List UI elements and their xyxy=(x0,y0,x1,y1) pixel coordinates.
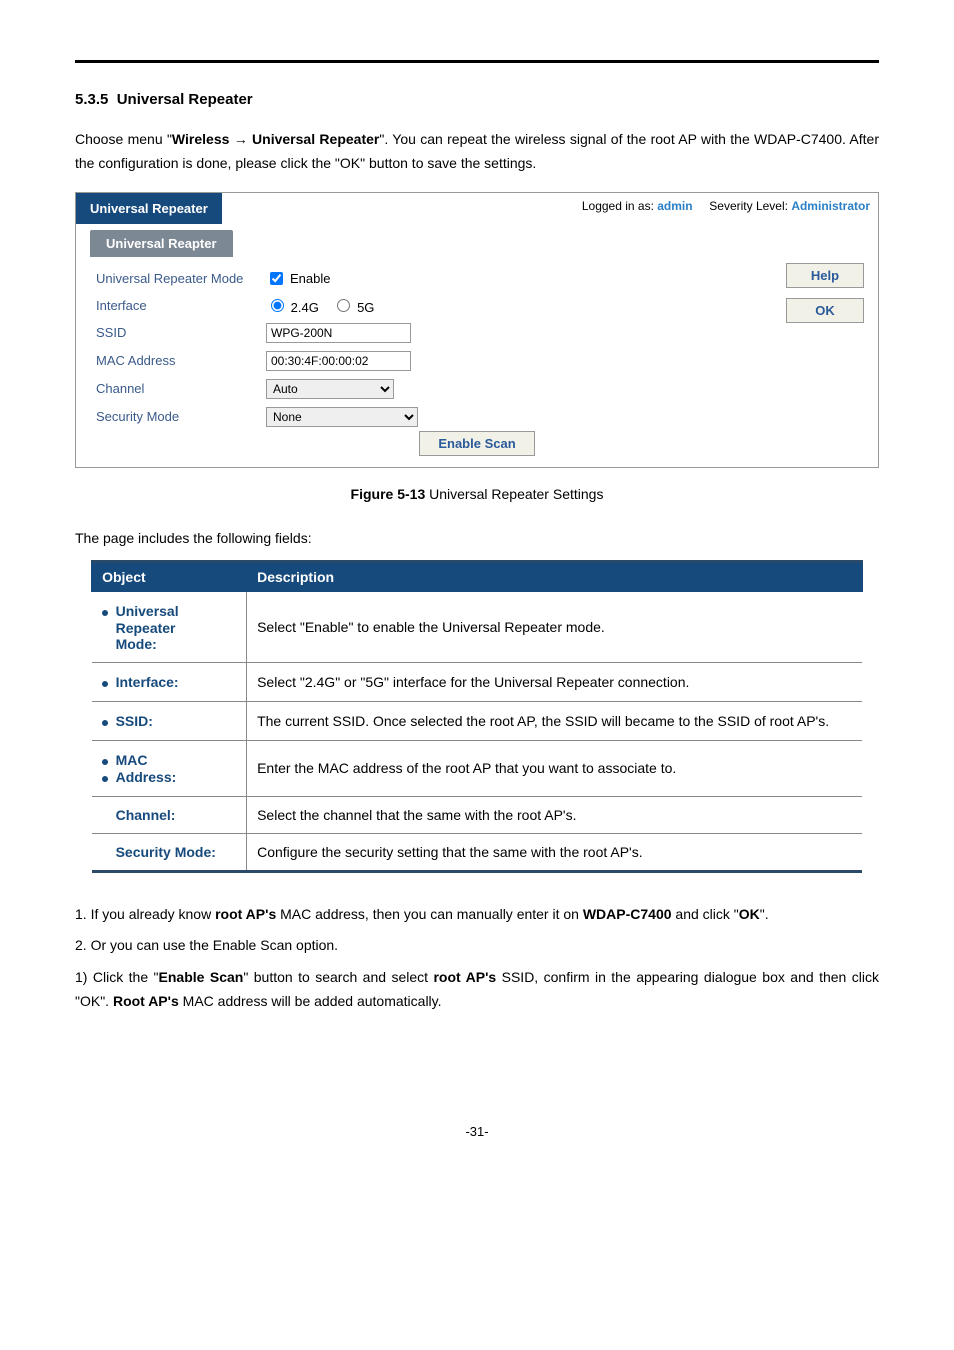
ssid-input[interactable] xyxy=(266,323,411,343)
desc-cell: Select "Enable" to enable the Universal … xyxy=(247,591,863,662)
fields-table: Object Description Universal Repeater Mo… xyxy=(91,560,863,873)
enable-checkbox-label: Enable xyxy=(290,271,330,286)
bullet-icon xyxy=(102,720,108,726)
note-2: 2. Or you can use the Enable Scan option… xyxy=(75,934,879,958)
radio-5g-label: 5G xyxy=(357,300,374,315)
section-title: Universal Repeater xyxy=(117,91,253,108)
table-row: Security Mode: Configure the security se… xyxy=(92,833,863,871)
severity-label: Severity Level: xyxy=(709,199,791,213)
enable-checkbox[interactable] xyxy=(270,272,283,285)
text-bold: Root AP's xyxy=(113,993,179,1009)
security-label: Security Mode xyxy=(96,409,266,424)
obj-text: Address: xyxy=(116,769,177,785)
text: 1) Click the " xyxy=(75,969,159,985)
obj-text: Repeater xyxy=(102,620,237,636)
obj-cell: Channel: xyxy=(92,796,247,833)
obj-cell: Security Mode: xyxy=(92,833,247,871)
tab-strip: Universal Reapter xyxy=(90,230,864,257)
logged-in-label: Logged in as: xyxy=(582,199,657,213)
text: MAC address, then you can manually enter… xyxy=(276,906,583,922)
text-bold: root AP's xyxy=(433,969,496,985)
obj-text: Mode: xyxy=(102,636,237,652)
figure-caption: Figure 5-13 Universal Repeater Settings xyxy=(75,486,879,502)
col-header-object: Object xyxy=(92,561,247,591)
interface-label: Interface xyxy=(96,298,266,313)
text-bold: Enable Scan xyxy=(159,969,244,985)
page-top-rule xyxy=(75,60,879,63)
intro-text: Choose menu " xyxy=(75,131,172,147)
text: MAC address will be added automatically. xyxy=(179,993,442,1009)
desc-cell: The current SSID. Once selected the root… xyxy=(247,701,863,740)
text: " button to search and select xyxy=(243,969,433,985)
table-row: Interface: Select "2.4G" or "5G" interfa… xyxy=(92,662,863,701)
desc-cell: Enter the MAC address of the root AP tha… xyxy=(247,740,863,796)
desc-cell: Select the channel that the same with th… xyxy=(247,796,863,833)
logged-in-user: admin xyxy=(657,199,692,213)
figure-title: Universal Repeater Settings xyxy=(425,486,603,502)
intro-paragraph: Choose menu "Wireless → Universal Repeat… xyxy=(75,128,879,176)
tab-universal-repeater[interactable]: Universal Reapter xyxy=(90,230,233,257)
obj-text: SSID: xyxy=(116,713,153,729)
channel-select[interactable]: Auto xyxy=(266,379,394,399)
intro-menu-path: Wireless → Universal Repeater xyxy=(172,131,379,147)
radio-24g-label: 2.4G xyxy=(291,300,319,315)
text: 1. If you already know xyxy=(75,906,215,922)
page-number: -31- xyxy=(75,1124,879,1139)
severity-value: Administrator xyxy=(791,199,870,213)
text-bold: root AP's xyxy=(215,906,276,922)
desc-cell: Select "2.4G" or "5G" interface for the … xyxy=(247,662,863,701)
table-row: Channel: Select the channel that the sam… xyxy=(92,796,863,833)
radio-24g[interactable] xyxy=(271,299,284,312)
settings-screenshot: Universal Repeater Logged in as: admin S… xyxy=(75,192,879,468)
table-row: MAC Address: Enter the MAC address of th… xyxy=(92,740,863,796)
bullet-icon xyxy=(102,776,108,782)
table-row: SSID: The current SSID. Once selected th… xyxy=(92,701,863,740)
enable-scan-button[interactable]: Enable Scan xyxy=(419,431,534,456)
figure-number: Figure 5-13 xyxy=(351,486,426,502)
bullet-icon xyxy=(102,759,108,765)
text: and click " xyxy=(672,906,739,922)
text-bold: WDAP-C7400 xyxy=(583,906,672,922)
fields-intro: The page includes the following fields: xyxy=(75,530,879,546)
mode-label: Universal Repeater Mode xyxy=(96,271,266,286)
note-1: 1. If you already know root AP's MAC add… xyxy=(75,903,879,927)
channel-label: Channel xyxy=(96,381,266,396)
login-info-bar: Logged in as: admin Severity Level: Admi… xyxy=(222,193,878,219)
ok-button[interactable]: OK xyxy=(786,298,864,323)
mac-input[interactable] xyxy=(266,351,411,371)
desc-cell: Configure the security setting that the … xyxy=(247,833,863,871)
text: ". xyxy=(760,906,769,922)
help-button[interactable]: Help xyxy=(786,263,864,288)
col-header-description: Description xyxy=(247,561,863,591)
radio-5g-wrap[interactable]: 5G xyxy=(332,300,374,315)
bullet-icon xyxy=(102,681,108,687)
table-row: Universal Repeater Mode: Select "Enable"… xyxy=(92,591,863,662)
form-area: Help OK Universal Repeater Mode Enable I… xyxy=(76,257,878,467)
section-number: 5.3.5 xyxy=(75,91,108,108)
radio-5g[interactable] xyxy=(337,299,350,312)
obj-text: Universal xyxy=(116,603,179,619)
obj-text: MAC xyxy=(116,752,148,768)
section-heading: 5.3.5 Universal Repeater xyxy=(75,91,879,108)
radio-24g-wrap[interactable]: 2.4G xyxy=(266,300,319,315)
text-bold: OK xyxy=(739,906,760,922)
mac-label: MAC Address xyxy=(96,353,266,368)
ssid-label: SSID xyxy=(96,325,266,340)
obj-text: Interface: xyxy=(116,674,179,690)
panel-titlebar: Universal Repeater xyxy=(76,193,222,224)
security-select[interactable]: None xyxy=(266,407,418,427)
note-3: 1) Click the "Enable Scan" button to sea… xyxy=(75,966,879,1014)
panel-title: Universal Repeater xyxy=(90,201,208,216)
bullet-icon xyxy=(102,610,108,616)
